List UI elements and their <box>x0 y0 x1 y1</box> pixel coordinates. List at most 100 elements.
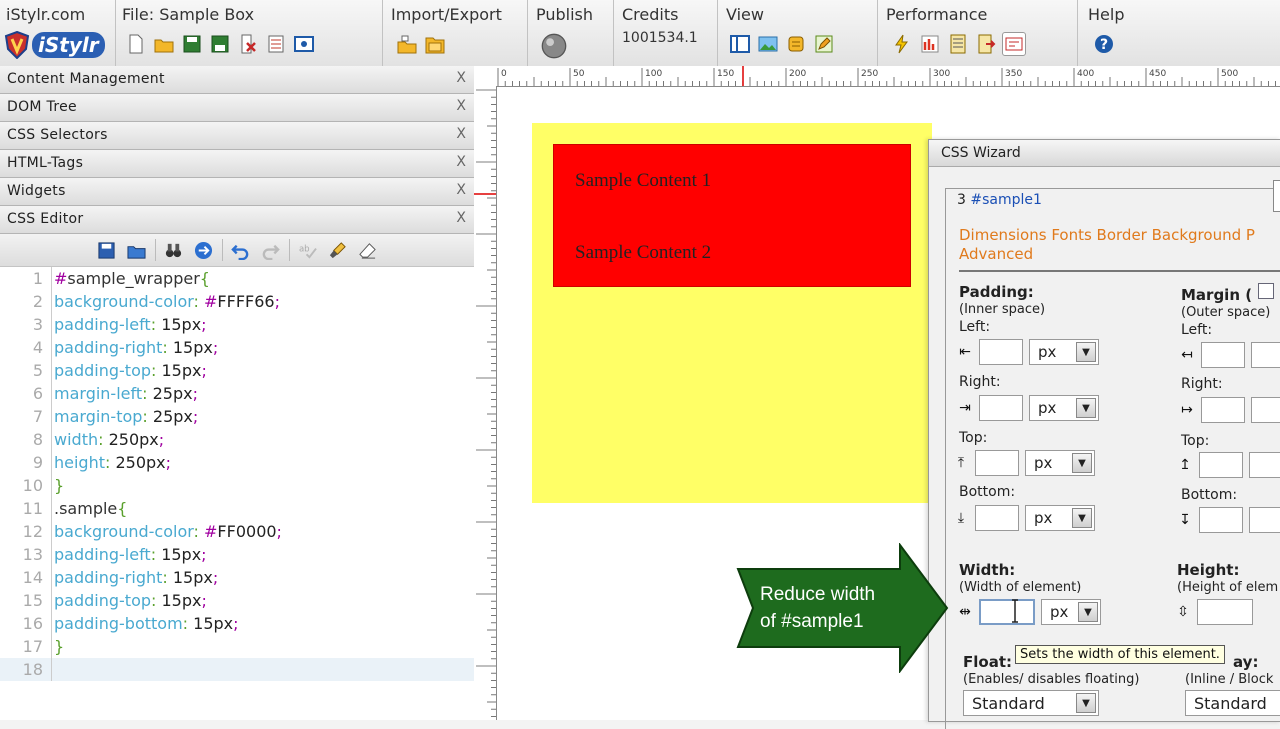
code-line[interactable]: 9 height: 250px; <box>0 451 474 474</box>
height-input[interactable] <box>1197 599 1253 625</box>
panel-header[interactable]: CSS Selectors X <box>0 122 474 150</box>
editor-undo-button[interactable] <box>229 238 253 262</box>
spellcheck-icon: ab <box>299 244 317 259</box>
code-line[interactable]: 13 padding-left: 15px; <box>0 543 474 566</box>
speed-button[interactable] <box>890 32 914 56</box>
export-button[interactable] <box>423 32 447 56</box>
performance-report-button[interactable] <box>918 32 942 56</box>
istylr-logo[interactable]: iStylr <box>4 30 108 60</box>
margin-bottom-unit-select[interactable] <box>1249 507 1280 533</box>
new-file-button[interactable] <box>124 32 148 56</box>
code-line[interactable]: 6 margin-left: 25px; <box>0 382 474 405</box>
save-button[interactable] <box>180 32 204 56</box>
code-line[interactable]: 14 padding-right: 15px; <box>0 566 474 589</box>
float-select[interactable]: Standard ▼ <box>963 690 1099 716</box>
code-line[interactable]: 2 background-color: #FFFF66; <box>0 290 474 313</box>
padding-right-input[interactable] <box>979 395 1023 421</box>
editor-find-button[interactable] <box>162 238 186 262</box>
code-line[interactable]: 4 padding-right: 15px; <box>0 336 474 359</box>
editor-save-button[interactable] <box>95 238 119 262</box>
open-folder-button[interactable] <box>152 32 176 56</box>
panel-close-button[interactable]: X <box>456 98 466 114</box>
code-text: #sample_wrapper{ <box>52 267 210 290</box>
image-view-button[interactable] <box>756 32 780 56</box>
panel-header[interactable]: HTML-Tags X <box>0 150 474 178</box>
panel-header[interactable]: Content Management X <box>0 66 474 94</box>
document-arrow-button[interactable] <box>974 32 998 56</box>
card-view-button[interactable] <box>1002 32 1026 56</box>
panel-close-button[interactable]: X <box>456 154 466 170</box>
padding-bottom-unit-select[interactable]: px ▼ <box>1025 505 1095 531</box>
padding-bottom-input[interactable] <box>975 505 1019 531</box>
css-code-editor[interactable]: 1 #sample_wrapper{2 background-color: #FFF… <box>0 267 474 681</box>
import-button[interactable] <box>395 32 419 56</box>
margin-top-unit-select[interactable] <box>1249 452 1280 478</box>
code-line[interactable]: 8 width: 250px; <box>0 428 474 451</box>
panel-close-button[interactable]: X <box>456 182 466 198</box>
save-as-button[interactable] <box>208 32 232 56</box>
editor-erase-button[interactable] <box>356 238 380 262</box>
database-view-button[interactable] <box>784 32 808 56</box>
code-line[interactable]: 17} <box>0 635 474 658</box>
properties-button[interactable] <box>264 32 288 56</box>
panel-header[interactable]: CSS Editor X <box>0 206 474 234</box>
margin-bottom-input[interactable] <box>1199 507 1243 533</box>
padding-left-input[interactable] <box>979 339 1023 365</box>
toolbar-separator <box>221 239 223 261</box>
editor-open-button[interactable] <box>125 238 149 262</box>
wizard-tab-links[interactable]: Dimensions Fonts Border Background P Adv… <box>959 226 1280 264</box>
padding-left-unit-select[interactable]: px ▼ <box>1029 339 1099 365</box>
panel-close-button[interactable]: X <box>456 126 466 142</box>
width-input[interactable] <box>979 599 1035 625</box>
padding-right-unit-select[interactable]: px ▼ <box>1029 395 1099 421</box>
colon: : <box>182 614 194 633</box>
code-line[interactable]: 10} <box>0 474 474 497</box>
code-line[interactable]: 7 margin-top: 25px; <box>0 405 474 428</box>
sample-wrapper-box[interactable]: Sample Content 1 Sample Content 2 <box>532 123 932 503</box>
wizard-tab-advanced[interactable]: Advanced <box>959 245 1280 264</box>
panel-header[interactable]: DOM Tree X <box>0 94 474 122</box>
preview-window-button[interactable] <box>292 32 316 56</box>
panel-header[interactable]: Widgets X <box>0 178 474 206</box>
document-list-button[interactable] <box>946 32 970 56</box>
close-file-button[interactable] <box>236 32 260 56</box>
code-line[interactable]: 18 <box>0 658 474 681</box>
format-brush-icon <box>329 241 346 258</box>
display-select[interactable]: Standard <box>1185 690 1280 716</box>
code-line[interactable]: 3 padding-left: 15px; <box>0 313 474 336</box>
publish-button[interactable] <box>540 32 568 60</box>
editor-goto-button[interactable] <box>192 238 216 262</box>
code-line[interactable]: 5 padding-top: 15px; <box>0 359 474 382</box>
arrow-right-bar-icon: ⇥ <box>959 400 971 416</box>
wizard-tabs-row1[interactable]: Dimensions Fonts Border Background P <box>959 226 1280 245</box>
width-unit-select[interactable]: px ▼ <box>1041 599 1101 625</box>
margin-left-unit-select[interactable] <box>1251 342 1280 368</box>
new-document-icon <box>129 34 143 54</box>
help-button[interactable]: ? <box>1092 32 1116 56</box>
margin-right-input[interactable] <box>1201 397 1245 423</box>
margin-top-input[interactable] <box>1199 452 1243 478</box>
panel-close-button[interactable]: X <box>456 210 466 226</box>
margin-left-input[interactable] <box>1201 342 1245 368</box>
code-line[interactable]: 16 padding-bottom: 15px; <box>0 612 474 635</box>
code-line[interactable]: 1 #sample_wrapper{ <box>0 267 474 290</box>
float-select-value: Standard <box>972 693 1045 713</box>
panel-close-button[interactable]: X <box>456 70 466 86</box>
padding-top-input[interactable] <box>975 450 1019 476</box>
wizard-close-box[interactable] <box>1273 180 1280 212</box>
arrow-up-icon: ↥ <box>1179 457 1191 473</box>
layout-view-button[interactable] <box>728 32 752 56</box>
code-line[interactable]: 15 padding-top: 15px; <box>0 589 474 612</box>
line-number: 2 <box>0 290 52 313</box>
margin-link-checkbox[interactable] <box>1258 283 1274 299</box>
margin-right-unit-select[interactable] <box>1251 397 1280 423</box>
code-line[interactable]: 11 .sample{ <box>0 497 474 520</box>
ruler-label: 0 <box>501 69 507 79</box>
padding-top-unit-select[interactable]: px ▼ <box>1025 450 1095 476</box>
editor-spellcheck-button[interactable]: ab <box>296 238 320 262</box>
editor-redo-button[interactable] <box>259 238 283 262</box>
sample1-box[interactable]: Sample Content 1 Sample Content 2 <box>553 144 911 287</box>
code-line[interactable]: 12 background-color: #FF0000; <box>0 520 474 543</box>
editor-format-button[interactable] <box>326 238 350 262</box>
edit-view-button[interactable] <box>812 32 836 56</box>
